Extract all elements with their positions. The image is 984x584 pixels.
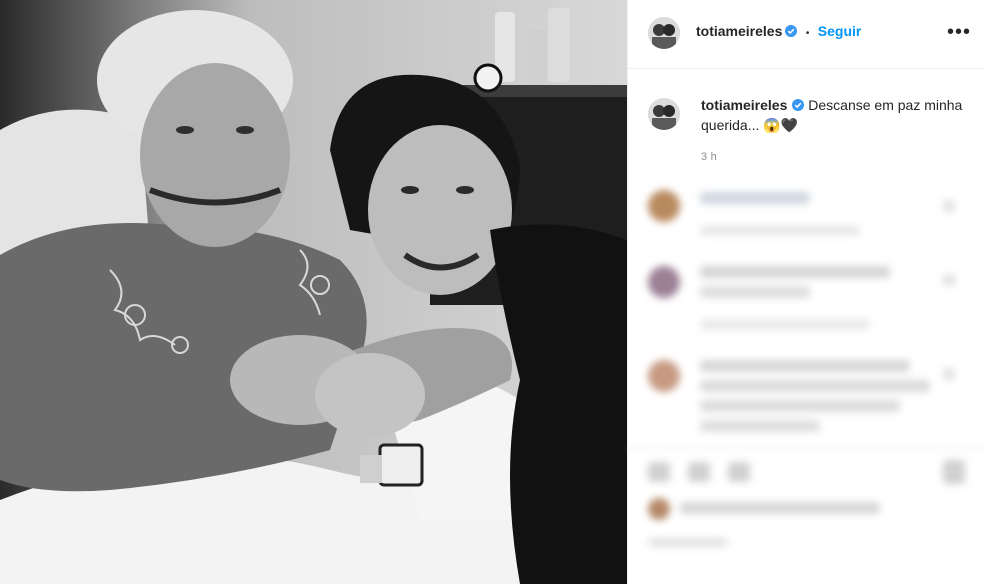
caption-avatar[interactable]	[648, 98, 680, 130]
verified-icon	[792, 96, 805, 111]
blurred-comments	[628, 170, 984, 584]
comment-line	[700, 420, 820, 432]
caption-username[interactable]: totiameireles	[701, 97, 787, 113]
comment-like-icon	[943, 368, 955, 380]
comment-line	[700, 380, 930, 392]
likes-line	[680, 502, 880, 514]
comment-line	[700, 286, 810, 298]
save-icon	[943, 460, 965, 484]
verified-icon	[785, 24, 798, 37]
avatar-icon	[648, 17, 680, 49]
comment-line	[700, 400, 900, 412]
header-separator: •	[805, 28, 810, 39]
comment-like-icon	[943, 200, 955, 212]
divider	[628, 448, 984, 449]
comment-like-icon	[943, 274, 955, 286]
post-side-panel: totiameireles • Seguir ••• totiameireles…	[627, 0, 984, 584]
liker-avatar	[648, 498, 670, 520]
comment-line	[700, 192, 810, 204]
share-icon	[728, 462, 750, 482]
comment-line	[700, 320, 870, 329]
photo-illustration	[0, 0, 627, 584]
more-options-icon[interactable]: •••	[947, 22, 971, 42]
author-avatar[interactable]	[648, 17, 680, 49]
like-icon	[648, 462, 670, 482]
time-line	[648, 538, 728, 547]
comment-line	[700, 226, 860, 235]
post-photo[interactable]	[0, 0, 627, 584]
follow-button[interactable]: Seguir	[818, 23, 862, 39]
author-username[interactable]: totiameireles	[696, 23, 782, 39]
comment-avatar	[648, 360, 680, 392]
comment-line	[700, 360, 910, 372]
comment-line	[700, 266, 890, 278]
comment-icon	[688, 462, 710, 482]
caption-timestamp[interactable]: 3 h	[701, 151, 717, 163]
post-caption: totiameireles Descanse em paz minha quer…	[701, 95, 971, 135]
comment-avatar	[648, 190, 680, 222]
post-header: totiameireles • Seguir •••	[628, 0, 984, 69]
comment-avatar	[648, 266, 680, 298]
avatar-icon	[648, 98, 680, 130]
header-line: totiameireles • Seguir	[696, 23, 861, 41]
